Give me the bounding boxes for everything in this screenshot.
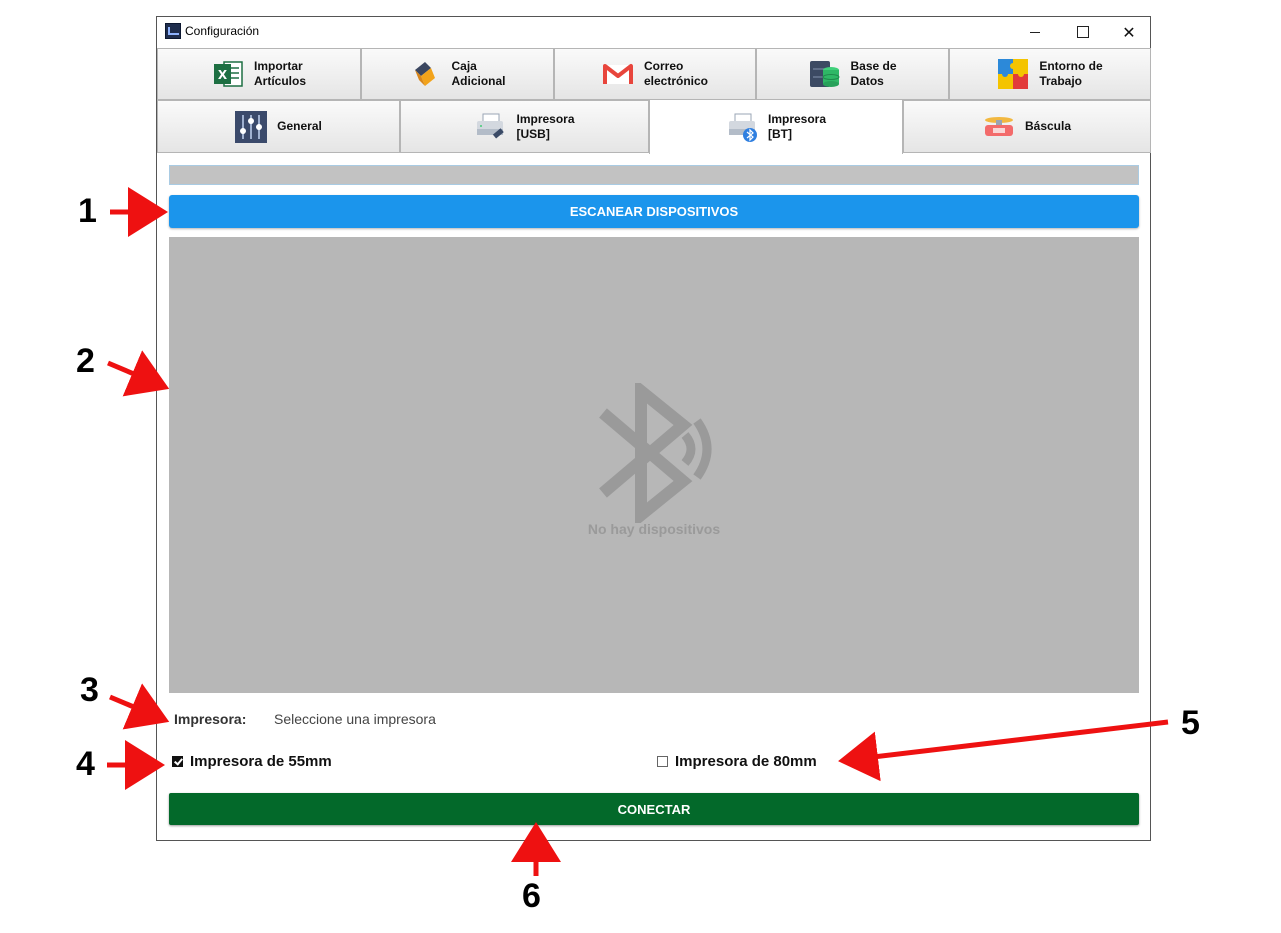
annotation-arrow-2 (107, 350, 170, 397)
annotation-arrow-3 (109, 683, 170, 730)
annotation-arrow-5 (838, 719, 1169, 782)
annotation-1: 1 (78, 192, 97, 230)
annotation-3: 3 (80, 671, 99, 709)
annotation-2: 2 (76, 342, 95, 380)
annotation-6: 6 (522, 877, 541, 915)
tab-label: Impresora [BT] (767, 112, 827, 141)
annotation-4: 4 (76, 745, 95, 783)
annotation-5: 5 (1181, 704, 1200, 742)
bluetooth-printer-icon (726, 111, 758, 143)
annotation-arrows (107, 187, 1169, 876)
tab-impresora-bt[interactable]: Impresora [BT] (649, 99, 903, 154)
